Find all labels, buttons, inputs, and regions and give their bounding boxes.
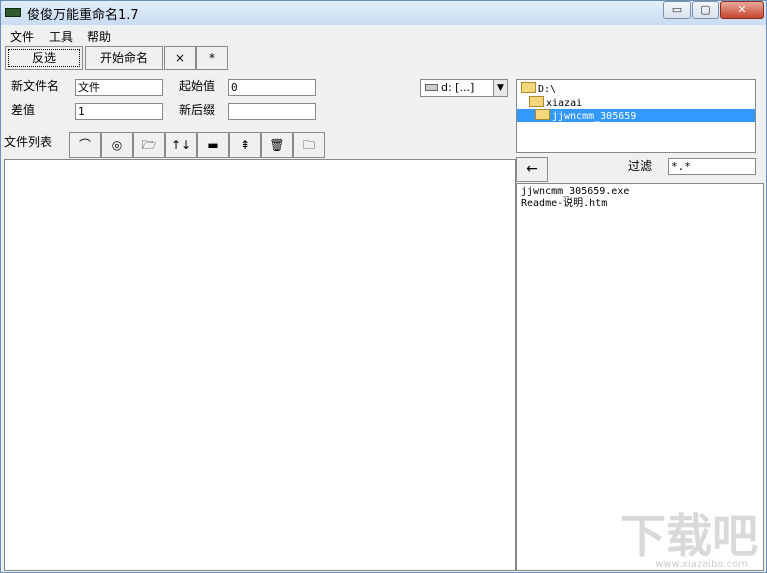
tree-item-xiazai[interactable]: xiazai xyxy=(529,96,582,109)
undo-icon[interactable]: ⌒ xyxy=(69,132,101,158)
clear-button[interactable]: × xyxy=(164,46,196,70)
new-extension-label: 新后缀 xyxy=(179,103,216,117)
menu-bar xyxy=(2,25,765,45)
close-button[interactable]: ✕ xyxy=(720,1,764,19)
new-name-input[interactable]: 文件 xyxy=(75,79,163,96)
move-icon[interactable]: ⇞ xyxy=(229,132,261,158)
watermark-url: www.xiazaiba.com xyxy=(655,559,748,570)
chevron-down-icon[interactable]: ▼ xyxy=(493,80,507,96)
drive-value: d: [...] xyxy=(441,81,475,94)
new-name-label: 新文件名 xyxy=(11,79,60,93)
tree-item-drive[interactable]: D:\ xyxy=(521,82,556,95)
select-all-button[interactable]: * xyxy=(196,46,228,70)
filter-label: 过滤 xyxy=(628,159,653,173)
watermark-logo: 下载吧 xyxy=(620,509,758,563)
list-item[interactable]: Readme-说明.htm xyxy=(521,198,607,210)
app-window: 俊俊万能重命名1.7 ▭ ▢ ✕ 文件 工具 帮助 反选 开始命名 × * 新文… xyxy=(0,0,767,573)
menu-help[interactable]: 帮助 xyxy=(87,28,111,45)
drive-select[interactable]: d: [...] ▼ xyxy=(420,79,508,97)
folder-tree[interactable]: D:\ xiazai jjwncmm_305659 xyxy=(516,79,756,153)
filter-input[interactable]: *.* xyxy=(668,158,756,175)
start-rename-button[interactable]: 开始命名 xyxy=(85,46,163,70)
drive-icon xyxy=(425,84,438,91)
start-value-input[interactable]: 0 xyxy=(228,79,316,96)
menu-tools[interactable]: 工具 xyxy=(49,28,73,45)
invert-selection-button[interactable]: 反选 xyxy=(5,46,83,70)
tree-item-selected[interactable]: jjwncmm_305659 xyxy=(517,109,755,122)
folder-icon[interactable]: 🗀 xyxy=(293,132,325,158)
open-folder-icon[interactable]: 🗁 xyxy=(133,132,165,158)
file-list-panel[interactable] xyxy=(4,159,516,571)
window-title: 俊俊万能重命名1.7 xyxy=(27,8,139,23)
target-icon[interactable]: ◎ xyxy=(101,132,133,158)
app-icon xyxy=(5,8,21,17)
back-button[interactable]: ← xyxy=(516,157,548,182)
maximize-button[interactable]: ▢ xyxy=(692,1,719,19)
folder-icon xyxy=(535,109,550,120)
folder-icon xyxy=(521,82,536,93)
remove-icon[interactable]: ▬ xyxy=(197,132,229,158)
delete-icon[interactable]: 🗑 xyxy=(261,132,293,158)
title-bar[interactable]: 俊俊万能重命名1.7 ▭ ▢ ✕ xyxy=(1,1,766,25)
file-list-label: 文件列表 xyxy=(4,135,53,149)
start-value-label: 起始值 xyxy=(179,79,216,93)
diff-input[interactable]: 1 xyxy=(75,103,163,120)
diff-label: 差值 xyxy=(11,103,36,117)
new-extension-input[interactable] xyxy=(228,103,316,120)
list-item[interactable]: jjwncmm_305659.exe xyxy=(521,186,629,198)
folder-icon xyxy=(529,96,544,107)
minimize-button[interactable]: ▭ xyxy=(663,1,691,19)
menu-file[interactable]: 文件 xyxy=(10,28,34,45)
sort-icon[interactable]: ↑↓ xyxy=(165,132,197,158)
